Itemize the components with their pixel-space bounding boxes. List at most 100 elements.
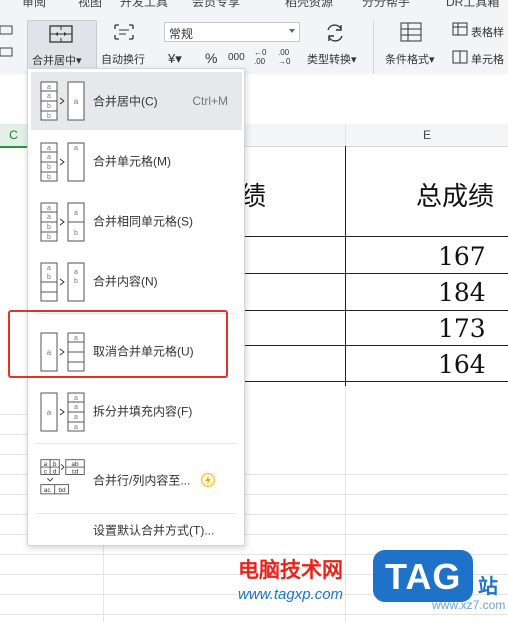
tab-view[interactable]: 视图 xyxy=(78,0,102,8)
merge-cells-icon: aa bb a xyxy=(40,142,85,182)
merge-same-cells-icon: aa bb ab xyxy=(40,202,85,242)
svg-text:ab: ab xyxy=(71,461,79,468)
svg-text:a: a xyxy=(74,97,79,106)
svg-text:a: a xyxy=(74,395,78,402)
split-fill-icon: a aa aa xyxy=(40,392,85,432)
cell-icon xyxy=(452,50,468,64)
svg-text:a: a xyxy=(47,265,51,272)
svg-text:b: b xyxy=(47,274,51,281)
svg-text:ac: ac xyxy=(44,487,52,494)
menu-item-label: 拆分并填充内容(F) xyxy=(93,404,193,419)
watermark-logo-text: TAG xyxy=(385,556,462,597)
gridline xyxy=(0,454,27,455)
svg-text:a: a xyxy=(74,269,78,276)
menu-item-split-fill[interactable]: a aa aa 拆分并填充内容(F) xyxy=(31,383,242,439)
svg-text:b: b xyxy=(53,461,57,468)
cell-total-4[interactable]: 164 xyxy=(438,350,486,379)
merge-row-col-icon: ab cd abcd ac bd xyxy=(40,459,85,495)
tab-review[interactable]: 审阅 xyxy=(22,0,46,8)
svg-text:a: a xyxy=(74,414,78,421)
cell-total-1[interactable]: 167 xyxy=(438,242,486,271)
menu-item-label: 合并单元格(M) xyxy=(93,154,171,169)
cell-total-2[interactable]: 184 xyxy=(438,278,486,307)
menu-item-label: 合并内容(N) xyxy=(93,274,158,289)
svg-text:b: b xyxy=(47,113,51,120)
svg-text:b: b xyxy=(47,174,51,181)
conditional-format-icon[interactable] xyxy=(400,22,422,42)
menu-item-merge-same-cells[interactable]: aa bb ab 合并相同单元格(S) xyxy=(31,193,242,249)
table-border xyxy=(245,310,508,311)
menu-divider xyxy=(36,443,236,444)
type-convert-button[interactable]: 类型转换▾ xyxy=(307,51,357,67)
table-style-icon xyxy=(452,22,468,36)
menu-item-merge-center[interactable]: aa bb a 合并居中(C) Ctrl+M xyxy=(31,72,242,130)
menu-item-label: 合并相同单元格(S) xyxy=(93,214,193,229)
conditional-format-button[interactable]: 条件格式▾ xyxy=(385,51,435,67)
merge-content-icon: ab ab xyxy=(40,262,85,302)
watermark-site-name: 电脑技术网 xyxy=(238,559,343,582)
svg-text:b: b xyxy=(74,230,78,237)
merge-center-icon: aa bb a xyxy=(40,81,85,121)
watermark-url: www.tagxp.com xyxy=(238,586,344,603)
number-format-value: 常规 xyxy=(169,27,194,41)
svg-text:a: a xyxy=(47,408,52,417)
svg-text:a: a xyxy=(47,84,51,91)
svg-text:cd: cd xyxy=(72,469,79,476)
number-format-select[interactable]: 常规 xyxy=(164,22,300,42)
tab-helper[interactable]: 分分帮手 xyxy=(362,0,410,8)
ribbon-divider xyxy=(373,20,374,74)
wrap-text-icon[interactable] xyxy=(112,22,136,42)
merge-center-button[interactable]: 合并居中▾ xyxy=(27,20,97,72)
tab-developer[interactable]: 开发工具 xyxy=(120,0,168,8)
menu-item-merge-row-col[interactable]: ab cd ab cd ac bd 合并行/列内容至... xyxy=(31,451,242,509)
svg-text:a: a xyxy=(47,205,51,212)
svg-text:a: a xyxy=(47,145,51,152)
column-header-c[interactable]: C xyxy=(0,124,27,148)
wrap-text-button[interactable]: 自动换行 xyxy=(101,51,145,67)
convert-icon[interactable] xyxy=(323,22,347,44)
increase-decimal-button[interactable]: ←0 .00 xyxy=(254,48,270,66)
merge-cells-icon xyxy=(49,25,73,43)
column-header-e[interactable]: E xyxy=(346,124,508,147)
svg-text:a: a xyxy=(74,424,78,431)
menu-divider xyxy=(36,513,236,514)
ribbon-tab-strip: 审阅 视图 开发工具 会员专享 稻壳资源 分分帮手 DR工具箱 xyxy=(0,0,508,8)
merge-center-label: 合并居中▾ xyxy=(32,55,82,67)
svg-text:d: d xyxy=(53,469,57,476)
column-header-d[interactable] xyxy=(245,124,345,147)
svg-text:a: a xyxy=(47,154,51,161)
menu-item-merge-cells[interactable]: aa bb a 合并单元格(M) xyxy=(31,133,242,189)
cell-total-3[interactable]: 173 xyxy=(438,314,486,343)
menu-item-default-merge-setting[interactable]: 设置默认合并方式(T)... xyxy=(31,517,242,543)
gridline xyxy=(0,434,27,435)
decrease-decimal-button[interactable]: .00 →0 xyxy=(278,48,294,66)
menu-item-label: 合并行/列内容至... xyxy=(93,473,191,488)
tab-member[interactable]: 会员专享 xyxy=(192,0,240,8)
tab-docer[interactable]: 稻壳资源 xyxy=(285,0,333,8)
menu-item-merge-content[interactable]: ab ab 合并内容(N) xyxy=(31,253,242,309)
svg-text:a: a xyxy=(44,461,48,468)
svg-text:a: a xyxy=(47,93,51,100)
svg-text:a: a xyxy=(74,145,78,152)
svg-text:b: b xyxy=(74,278,78,285)
svg-text:b: b xyxy=(47,164,51,171)
tab-dr-tools[interactable]: DR工具箱 xyxy=(446,0,499,8)
svg-text:b: b xyxy=(47,224,51,231)
currency-button[interactable]: ¥▾ xyxy=(168,51,182,67)
watermark: 电脑技术网 www.tagxp.com TAG 站 www.xz7.com xyxy=(232,548,508,622)
menu-item-shortcut: Ctrl+M xyxy=(192,94,228,108)
menu-item-label: 合并居中(C) xyxy=(93,94,158,109)
align-icon[interactable] xyxy=(0,22,14,62)
watermark-logo: TAG xyxy=(373,550,473,602)
thousands-button[interactable]: 000 xyxy=(228,52,245,63)
svg-text:a: a xyxy=(74,404,78,411)
svg-text:a: a xyxy=(47,214,51,221)
cell-header-total[interactable]: 总成绩 xyxy=(416,176,494,213)
table-border xyxy=(245,236,508,237)
menu-item-label: 设置默认合并方式(T)... xyxy=(93,523,215,538)
cell-button[interactable]: 单元格 xyxy=(471,51,504,67)
percent-button[interactable]: % xyxy=(205,50,217,66)
svg-text:b: b xyxy=(47,234,51,241)
table-style-button[interactable]: 表格样 xyxy=(471,24,504,40)
svg-text:bd: bd xyxy=(58,487,66,494)
